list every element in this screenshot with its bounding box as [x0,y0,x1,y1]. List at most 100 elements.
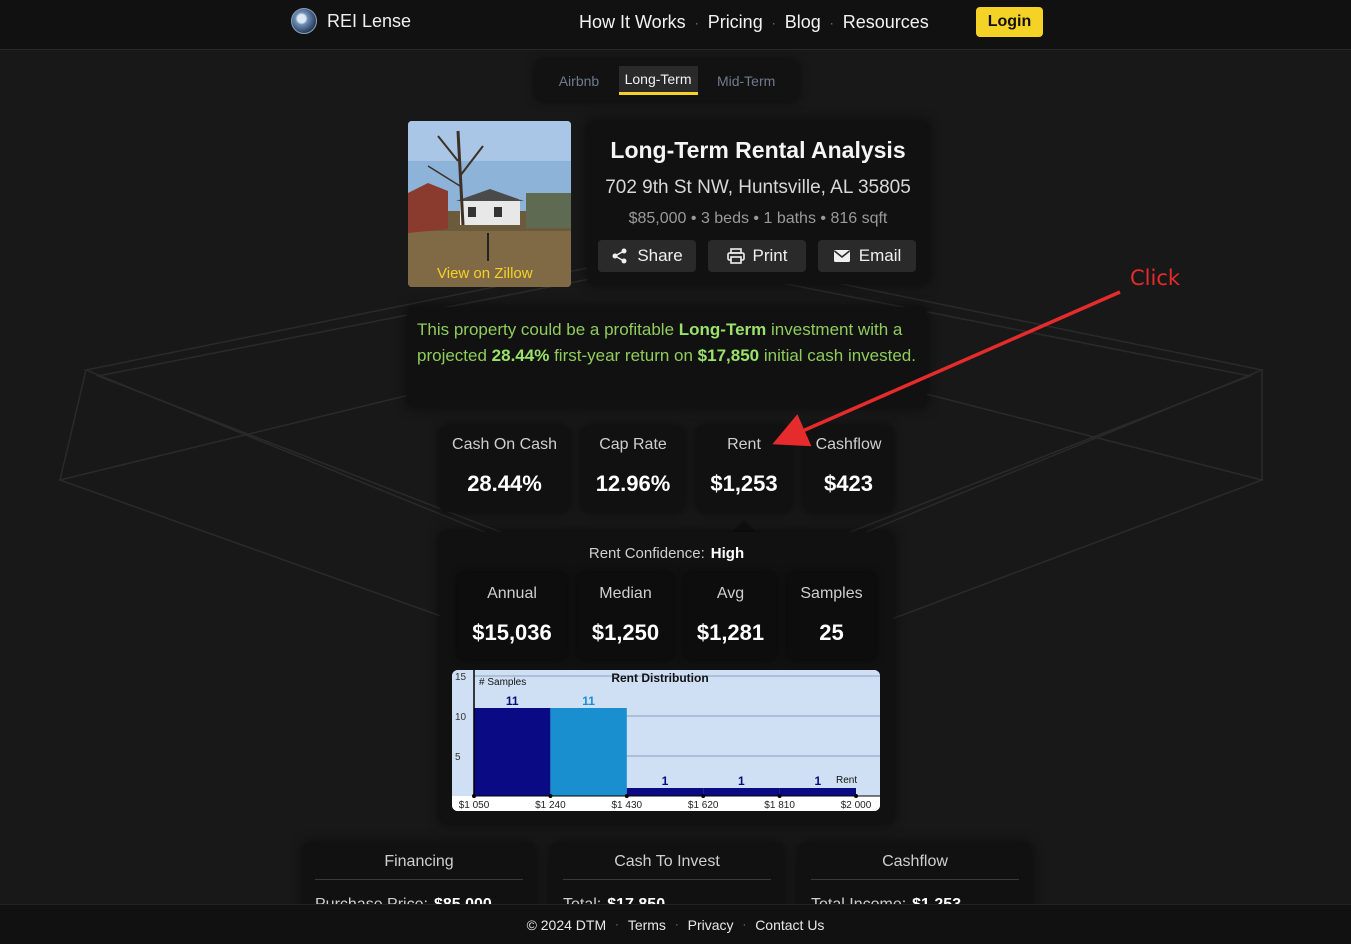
x-tick-mark [624,794,629,798]
nav-separator: · [694,15,699,30]
property-info-card: Long-Term Rental Analysis 702 9th St NW,… [587,121,929,284]
tab-mid-term[interactable]: Mid-Term [711,68,781,94]
rent-confidence-label: Rent Confidence: [588,545,705,562]
brand[interactable]: REI Lense [291,8,411,34]
print-label: Print [752,246,788,265]
summary-text: initial cash invested. [759,346,916,365]
tab-airbnb[interactable]: Airbnb [553,68,605,94]
logo-icon [291,8,317,34]
histogram-bar [703,788,780,796]
stat-value: $1,250 [591,620,660,645]
metric-label: Cap Rate [599,436,667,453]
histogram-bar [474,708,551,796]
login-button[interactable]: Login [976,7,1043,37]
metric-cap-rate[interactable]: Cap Rate 12.96% [582,426,684,512]
nav-pricing[interactable]: Pricing [708,12,763,33]
summary-text: This property could be a profitable [417,320,679,339]
card-title: Cash To Invest [614,853,720,870]
metric-value: $423 [824,471,873,496]
x-axis-title: Rent [836,775,857,786]
stat-annual: Annual $15,036 [458,573,566,659]
footer-separator: · [615,918,619,931]
chart-title: Rent Distribution [611,671,708,685]
metric-cashflow[interactable]: Cashflow $423 [804,426,893,512]
stat-samples: Samples 25 [788,573,875,659]
chart-axis-band [452,796,880,811]
summary-text: first-year return on [549,346,698,365]
footer-link-terms[interactable]: Terms [628,917,666,933]
x-tick-mark [472,794,476,798]
print-button[interactable]: Print [708,240,806,272]
rental-type-tabs: Airbnb Long-Term Mid-Term [536,60,798,101]
tab-long-term[interactable]: Long-Term [618,66,698,95]
divider [563,879,771,880]
x-tick-label: $1 620 [688,800,719,811]
summary-rental-type: Long-Term [678,320,767,339]
histogram-bar [626,788,704,796]
y-tick-label: 15 [455,672,467,683]
page-title: Long-Term Rental Analysis [610,137,906,163]
card-title: Financing [384,853,454,870]
metric-value: 28.44% [467,471,542,496]
brand-name: REI Lense [327,10,412,31]
footer-separator: · [674,918,679,931]
property-photo[interactable] [408,121,571,287]
annotation-label: Click [1130,266,1181,290]
copyright: © 2024 DTM [526,916,607,933]
nav-how-it-works[interactable]: How It Works [579,12,686,33]
metric-value: 12.96% [595,471,671,496]
x-tick-label: $1 240 [535,800,566,811]
view-on-zillow-link[interactable]: View on Zillow [437,265,533,282]
x-tick-mark [854,794,858,798]
metric-cash-on-cash[interactable]: Cash On Cash 28.44% [440,426,569,512]
share-button[interactable]: Share [598,240,696,272]
rent-distribution-chart: 5 10 15 11 11 1 1 1 $1 050 $1 240 $1 430 $1 620 $1 8… [452,670,880,811]
bar-value-label: 11 [582,694,595,708]
summary-return: 28.44% [491,346,550,365]
street-view-image [408,121,571,287]
investment-summary: This property could be a profitable Long… [407,307,927,407]
rent-confidence-value: High [710,545,745,562]
top-navbar: REI Lense How It Works · Pricing · Blog … [0,0,1351,50]
bar-value-label: 1 [662,774,669,788]
divider [315,879,523,880]
stat-label: Samples [800,585,863,602]
nav-resources[interactable]: Resources [843,12,929,33]
divider [811,879,1019,880]
email-button[interactable]: Email [818,240,916,272]
share-icon [612,248,627,264]
x-tick-mark [548,794,553,798]
nav-blog[interactable]: Blog [785,12,821,33]
card-title: Cashflow [882,853,948,870]
stat-label: Annual [487,585,537,602]
popover-caret [732,520,756,532]
stat-avg: Avg $1,281 [685,573,776,659]
y-axis-title: # Samples [479,677,526,688]
footer-link-privacy[interactable]: Privacy [688,917,734,933]
bar-value-label: 11 [506,694,519,708]
bar-value-label: 1 [814,774,821,788]
rent-details-panel: Rent Confidence: High Annual $15,036 Medi… [440,532,893,823]
histogram-bar [779,788,856,796]
stat-label: Avg [716,585,745,602]
nav-separator: · [829,15,834,30]
x-tick-label: $1 430 [612,800,643,811]
footer-link-contact[interactable]: Contact Us [755,917,824,933]
share-label: Share [637,246,683,265]
rent-confidence: Rent Confidence: High [440,545,893,562]
x-tick-mark [701,794,706,798]
footer-separator: · [742,918,747,931]
metric-rent[interactable]: Rent $1,253 [697,426,791,512]
property-address: 702 9th St NW, Huntsville, AL 35805 [605,177,911,198]
metric-label: Cash On Cash [452,436,557,453]
main-nav: How It Works · Pricing · Blog · Resource… [579,12,929,33]
y-tick-label: 5 [455,752,461,763]
metric-label: Rent [727,436,761,453]
bar-value-label: 1 [738,774,745,788]
email-label: Email [858,246,902,265]
metric-label: Cashflow [815,436,882,453]
y-tick-label: 10 [455,712,467,723]
rent-distribution-svg: 5101511 111 1 1$1 050 $1 240 $1 430 $1 620 $1 8… [452,670,880,811]
summary-cash-invested: $17,850 [697,346,760,365]
stat-median: Median $1,250 [578,573,673,659]
